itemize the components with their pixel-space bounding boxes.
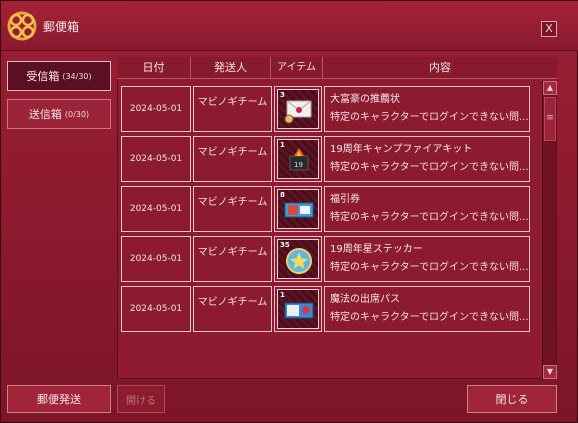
mail-item-cell: 35 bbox=[274, 236, 322, 282]
tab-inbox-label: 受信箱 bbox=[26, 70, 60, 83]
mail-sender: マビノギチーム bbox=[193, 286, 272, 332]
mail-content-cell: 魔法の出席パス 特定のキャラクターでログインできない問... bbox=[324, 286, 530, 332]
column-header-sender[interactable]: 発送人 bbox=[191, 57, 271, 79]
close-icon[interactable]: X bbox=[541, 21, 557, 37]
mail-item-cell: 3 bbox=[274, 86, 322, 132]
camp-kit-icon: 19 bbox=[289, 148, 309, 171]
item-slot[interactable]: 1 19 bbox=[277, 139, 319, 179]
close-button[interactable]: 閉じる bbox=[467, 385, 557, 413]
star-sticker-icon bbox=[286, 248, 312, 274]
tab-inbox-count: (34/30) bbox=[62, 71, 92, 81]
open-button[interactable]: 開ける bbox=[117, 385, 165, 413]
mail-date: 2024-05-01 bbox=[121, 186, 191, 232]
title-bar[interactable]: 郵便箱 X bbox=[1, 1, 578, 51]
lottery-ticket-icon bbox=[284, 202, 314, 218]
mail-row[interactable]: 2024-05-01 マビノギチーム 8 福引券 特定のキャラクターでログインで… bbox=[121, 186, 531, 232]
item-slot[interactable]: 35 bbox=[277, 239, 319, 279]
send-mail-button[interactable]: 郵便発送 bbox=[7, 385, 111, 413]
mail-date: 2024-05-01 bbox=[121, 136, 191, 182]
mail-sender: マビノギチーム bbox=[193, 86, 272, 132]
column-header-item[interactable]: アイテム bbox=[271, 57, 323, 79]
column-header-content[interactable]: 内容 bbox=[323, 57, 557, 79]
mailbox-window: 郵便箱 X 受信箱 (34/30) 送信箱 (0/30) 日付 発送人 アイテム… bbox=[0, 0, 578, 423]
item-slot[interactable]: 3 bbox=[277, 89, 319, 129]
scroll-up-icon[interactable]: ▲ bbox=[543, 81, 557, 95]
letter-icon bbox=[284, 100, 312, 124]
mail-item-cell: 8 bbox=[274, 186, 322, 232]
mail-row[interactable]: 2024-05-01 マビノギチーム 3 大富豪の推薦状 特定のキャラクターでロ… bbox=[121, 86, 531, 132]
scroll-thumb[interactable]: ≡ bbox=[544, 97, 556, 141]
mail-row[interactable]: 2024-05-01 マビノギチーム 35 19周年星ステッカー 特定のキャラク… bbox=[121, 236, 531, 282]
mail-item-name: 大富豪の推薦状 bbox=[330, 94, 400, 105]
scroll-down-icon[interactable]: ▼ bbox=[543, 365, 557, 379]
tab-outbox[interactable]: 送信箱 (0/30) bbox=[7, 99, 111, 129]
window-title: 郵便箱 bbox=[43, 20, 80, 34]
item-slot[interactable]: 8 bbox=[277, 189, 319, 229]
mail-item-name: 魔法の出席パス bbox=[330, 294, 400, 305]
mail-item-cell: 1 bbox=[274, 286, 322, 332]
mail-sender: マビノギチーム bbox=[193, 136, 272, 182]
mail-item-name: 19周年キャンプファイアキット bbox=[330, 144, 473, 155]
mail-description: 特定のキャラクターでログインできない問... bbox=[330, 112, 529, 123]
mail-content-cell: 19周年星ステッカー 特定のキャラクターでログインできない問... bbox=[324, 236, 530, 282]
column-header-date[interactable]: 日付 bbox=[117, 57, 191, 79]
mail-description: 特定のキャラクターでログインできない問... bbox=[330, 162, 529, 173]
mail-item-cell: 1 19 bbox=[274, 136, 322, 182]
mail-sender: マビノギチーム bbox=[193, 186, 272, 232]
mailbox-logo-icon bbox=[7, 11, 37, 41]
mail-item-name: 19周年星ステッカー bbox=[330, 244, 423, 255]
mail-list-scrollbar[interactable]: ▲ ≡ ▼ bbox=[542, 81, 557, 379]
tab-outbox-count: (0/30) bbox=[64, 109, 90, 119]
mail-description: 特定のキャラクターでログインできない問... bbox=[330, 212, 529, 223]
svg-text:19: 19 bbox=[294, 161, 303, 169]
tab-outbox-label: 送信箱 bbox=[28, 108, 62, 121]
mail-date: 2024-05-01 bbox=[121, 86, 191, 132]
mail-item-name: 福引券 bbox=[330, 194, 360, 205]
mail-date: 2024-05-01 bbox=[121, 236, 191, 282]
mail-row[interactable]: 2024-05-01 マビノギチーム 1 魔法の出席パス 特定のキャラクターでロ… bbox=[121, 286, 531, 332]
mail-date: 2024-05-01 bbox=[121, 286, 191, 332]
magic-pass-icon bbox=[284, 302, 314, 319]
mail-sender: マビノギチーム bbox=[193, 236, 272, 282]
mail-content-cell: 19周年キャンプファイアキット 特定のキャラクターでログインできない問... bbox=[324, 136, 530, 182]
tab-inbox[interactable]: 受信箱 (34/30) bbox=[7, 61, 111, 91]
mail-description: 特定のキャラクターでログインできない問... bbox=[330, 262, 529, 273]
mail-content-cell: 福引券 特定のキャラクターでログインできない問... bbox=[324, 186, 530, 232]
mail-row[interactable]: 2024-05-01 マビノギチーム 1 19 19周年キャンプファイアキット … bbox=[121, 136, 531, 182]
mail-description: 特定のキャラクターでログインできない問... bbox=[330, 312, 529, 323]
item-slot[interactable]: 1 bbox=[277, 289, 319, 329]
mail-content-cell: 大富豪の推薦状 特定のキャラクターでログインできない問... bbox=[324, 86, 530, 132]
